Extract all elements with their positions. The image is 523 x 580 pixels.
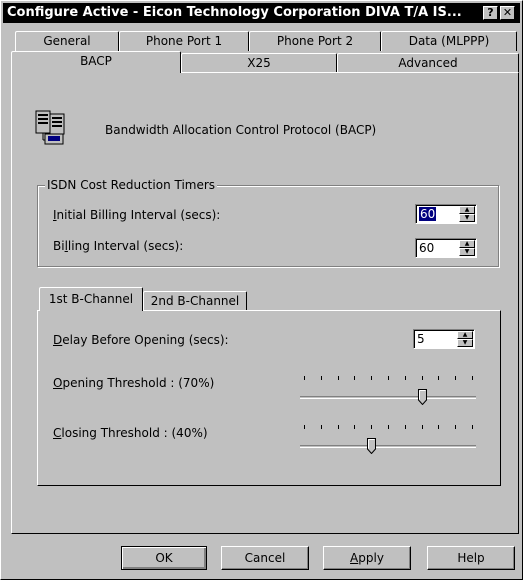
cancel-button[interactable]: Cancel <box>221 546 309 570</box>
billing-interval-spinner[interactable]: 60 ▲ ▼ <box>415 238 477 258</box>
slider-tick <box>321 425 322 429</box>
slider-track <box>300 445 476 448</box>
window-title: Configure Active - Eicon Technology Corp… <box>7 5 462 20</box>
slider-tick <box>472 425 473 429</box>
delay-spinner[interactable]: 5 ▲ ▼ <box>413 329 475 349</box>
slider-tick <box>321 376 322 380</box>
slider-tick <box>371 376 372 380</box>
initial-billing-label: Initial Billing Interval (secs): <box>53 208 221 222</box>
slider-tick <box>338 425 339 429</box>
spin-up-icon[interactable]: ▲ <box>459 240 475 248</box>
billing-interval-value[interactable]: 60 <box>419 241 434 255</box>
slider-tick <box>438 425 439 429</box>
slider-tick <box>354 425 355 429</box>
spin-down-icon[interactable]: ▼ <box>459 214 475 222</box>
help-title-button[interactable]: ? <box>483 6 498 20</box>
tab-phone-port-2[interactable]: Phone Port 2 <box>249 31 381 51</box>
slider-tick <box>472 376 473 380</box>
ok-button[interactable]: OK <box>121 546 207 570</box>
tab-1st-b-channel[interactable]: 1st B-Channel <box>39 287 143 311</box>
close-button[interactable]: ✕ <box>500 6 515 20</box>
initial-billing-value[interactable]: 60 <box>419 207 437 221</box>
slider-tick <box>455 425 456 429</box>
bacp-description: Bandwidth Allocation Control Protocol (B… <box>105 123 377 137</box>
slider-tick <box>405 425 406 429</box>
isdn-group-label: ISDN Cost Reduction Timers <box>45 178 218 192</box>
spin-up-icon[interactable]: ▲ <box>459 206 475 214</box>
spin-down-icon[interactable]: ▼ <box>457 339 473 347</box>
spin-up-icon[interactable]: ▲ <box>457 331 473 339</box>
tab-data-mlppp[interactable]: Data (MLPPP) <box>381 31 517 51</box>
configure-dialog: Configure Active - Eicon Technology Corp… <box>0 0 523 580</box>
tab-x25[interactable]: X25 <box>181 53 337 73</box>
title-bar[interactable]: Configure Active - Eicon Technology Corp… <box>3 3 520 23</box>
slider-tick <box>338 376 339 380</box>
help-button[interactable]: Help <box>427 546 515 570</box>
slider-tick <box>422 425 423 429</box>
opening-threshold-slider[interactable] <box>300 376 476 406</box>
delay-before-opening-label: Delay Before Opening (secs): <box>53 333 229 347</box>
slider-track <box>300 396 476 399</box>
slider-tick <box>405 376 406 380</box>
computer-network-icon <box>35 110 69 146</box>
apply-button[interactable]: Apply <box>323 546 411 570</box>
slider-tick <box>304 376 305 380</box>
tab-phone-port-1[interactable]: Phone Port 1 <box>119 31 249 51</box>
slider-tick <box>455 376 456 380</box>
slider-tick <box>304 425 305 429</box>
tab-general[interactable]: General <box>15 31 119 51</box>
tab-2nd-b-channel[interactable]: 2nd B-Channel <box>143 291 247 311</box>
tab-bacp[interactable]: BACP <box>11 51 181 73</box>
closing-threshold-label: Closing Threshold : (40%) <box>53 426 208 440</box>
initial-billing-spinner[interactable]: 60 ▲ ▼ <box>415 204 477 224</box>
billing-interval-label: Billing Interval (secs): <box>53 239 184 253</box>
slider-tick <box>371 425 372 429</box>
spin-down-icon[interactable]: ▼ <box>459 248 475 256</box>
delay-value[interactable]: 5 <box>417 332 425 346</box>
slider-tick <box>422 376 423 380</box>
tab-advanced[interactable]: Advanced <box>337 53 519 73</box>
opening-threshold-label: Opening Threshold : (70%) <box>53 376 215 390</box>
slider-thumb[interactable] <box>367 438 376 455</box>
slider-tick <box>438 376 439 380</box>
slider-tick <box>354 376 355 380</box>
slider-tick <box>388 376 389 380</box>
slider-thumb[interactable] <box>418 389 427 406</box>
closing-threshold-slider[interactable] <box>300 425 476 455</box>
slider-tick <box>388 425 389 429</box>
